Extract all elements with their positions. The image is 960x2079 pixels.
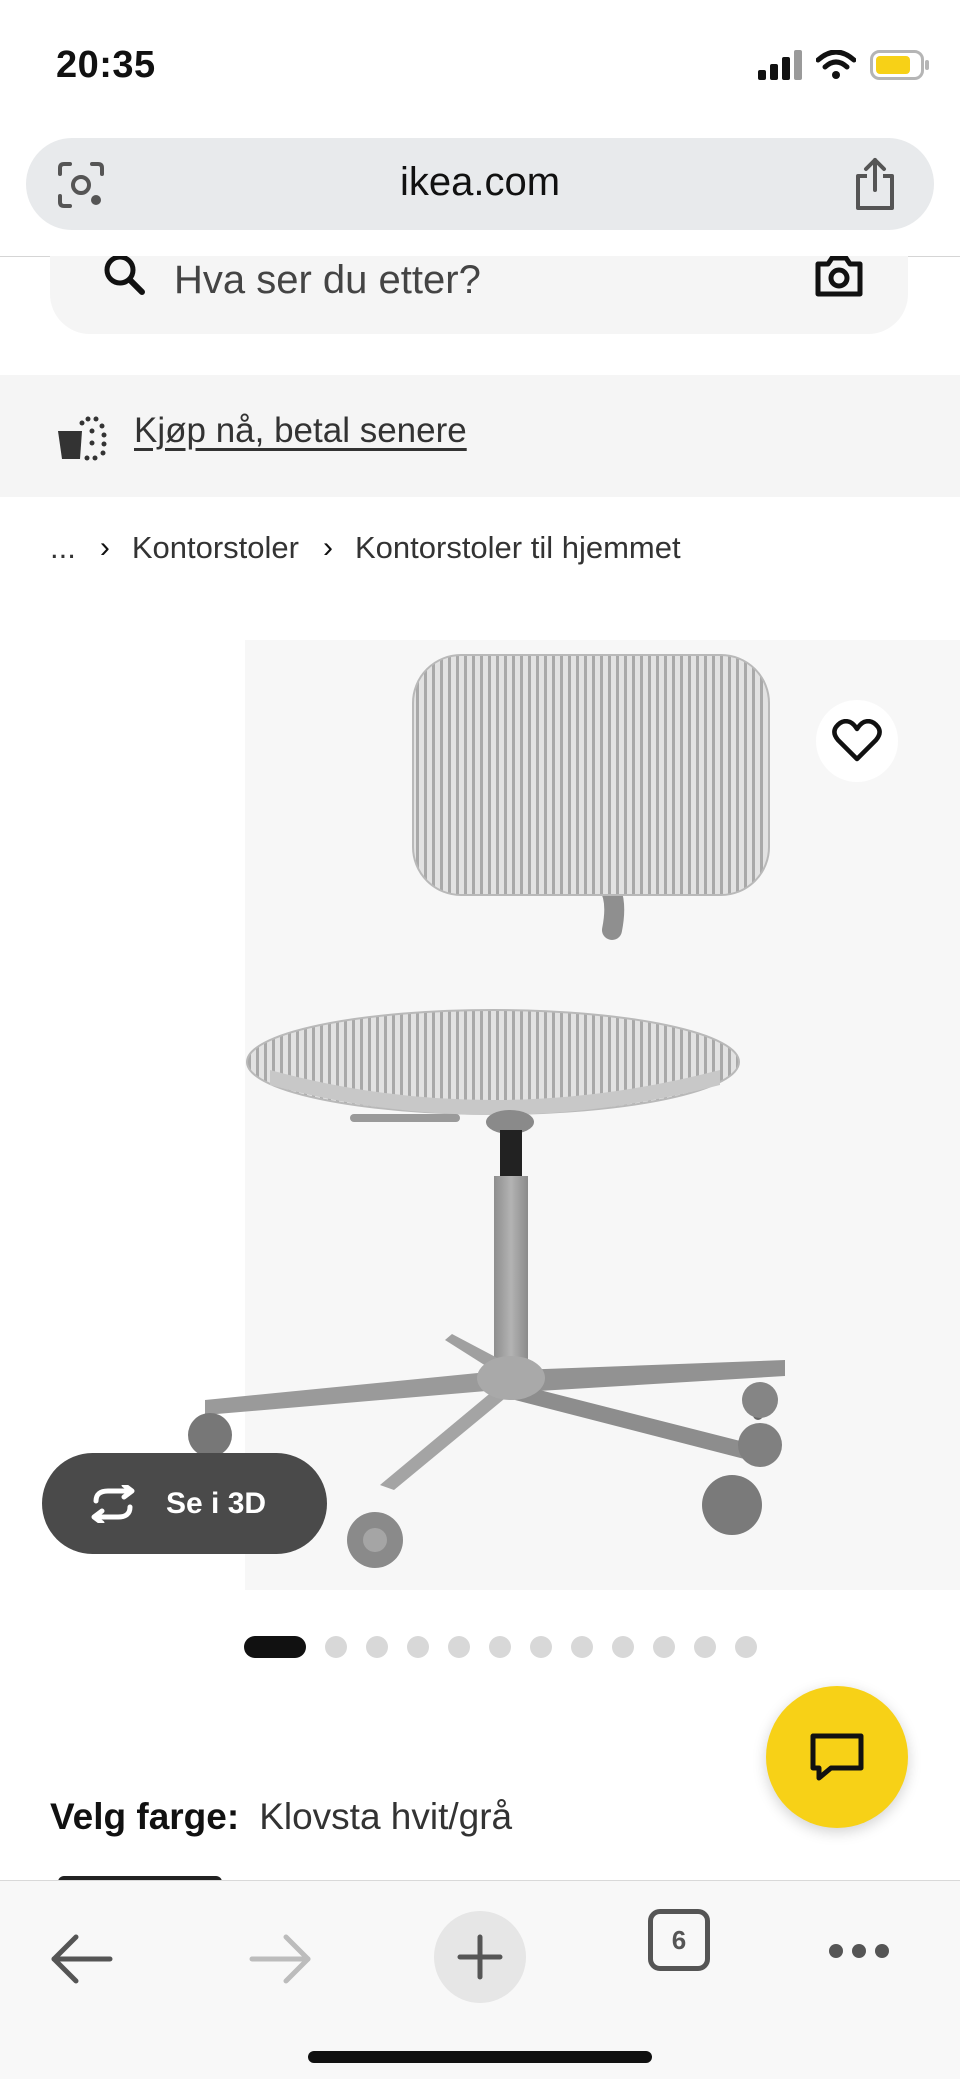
carousel-dot[interactable] [325,1636,347,1658]
search-input[interactable]: Hva ser du etter? [50,256,908,334]
carousel-dot[interactable] [694,1636,716,1658]
camera-icon[interactable] [814,256,864,298]
favorite-button[interactable] [816,700,898,782]
view-in-3d-button[interactable]: Se i 3D [42,1453,327,1554]
forward-arrow-icon[interactable] [248,1931,314,1987]
heart-icon [832,719,882,762]
chat-button[interactable] [766,1686,908,1828]
plus-icon [457,1934,503,1980]
carousel-dot[interactable] [407,1636,429,1658]
status-time: 20:35 [56,44,156,86]
search-placeholder: Hva ser du etter? [174,258,481,302]
color-selection: Velg farge: Klovsta hvit/grå [50,1796,512,1838]
carousel-dot[interactable] [448,1636,470,1658]
color-label: Velg farge: [50,1796,240,1837]
chevron-right-icon: › [322,531,333,564]
tabs-button[interactable]: 6 [648,1909,710,1971]
wifi-icon [816,50,856,79]
carousel-dot[interactable] [735,1636,757,1658]
shopping-bag-icon [58,416,107,461]
buy-now-pay-later-link[interactable]: Kjøp nå, betal senere [134,411,467,451]
carousel-dot[interactable] [489,1636,511,1658]
status-icons [758,50,930,80]
more-icon[interactable] [828,1943,890,1959]
carousel-dot[interactable] [653,1636,675,1658]
breadcrumb-item-home-office-chairs[interactable]: Kontorstoler til hjemmet [355,530,681,566]
breadcrumb-item-ellipsis[interactable]: ... [50,530,76,566]
home-indicator [308,2051,652,2063]
view-in-3d-label: Se i 3D [166,1486,267,1520]
carousel-dot[interactable] [530,1636,552,1658]
cellular-signal-icon [758,50,802,80]
carousel-dot-active[interactable] [244,1636,306,1658]
breadcrumb: ... › Kontorstoler › Kontorstoler til hj… [50,530,681,566]
new-tab-button[interactable] [434,1911,526,2003]
chat-icon [810,1733,864,1781]
chevron-right-icon: › [99,531,110,564]
color-value: Klovsta hvit/grå [259,1796,513,1837]
carousel-dot[interactable] [612,1636,634,1658]
image-carousel-indicator [244,1636,757,1658]
back-arrow-icon[interactable] [48,1931,114,1987]
tab-count: 6 [671,1924,687,1955]
promo-banner: Kjøp nå, betal senere [0,375,960,497]
browser-bottom-toolbar: 6 [0,1880,960,2079]
share-icon[interactable] [850,156,900,212]
rotate-3d-icon [91,1484,135,1523]
battery-icon [870,50,929,80]
status-bar: 20:35 [0,0,960,130]
carousel-dot[interactable] [366,1636,388,1658]
address-bar[interactable]: ikea.com [26,138,934,230]
url-text: ikea.com [399,160,561,204]
breadcrumb-item-office-chairs[interactable]: Kontorstoler [132,530,299,566]
carousel-dot[interactable] [571,1636,593,1658]
search-icon [104,256,145,295]
